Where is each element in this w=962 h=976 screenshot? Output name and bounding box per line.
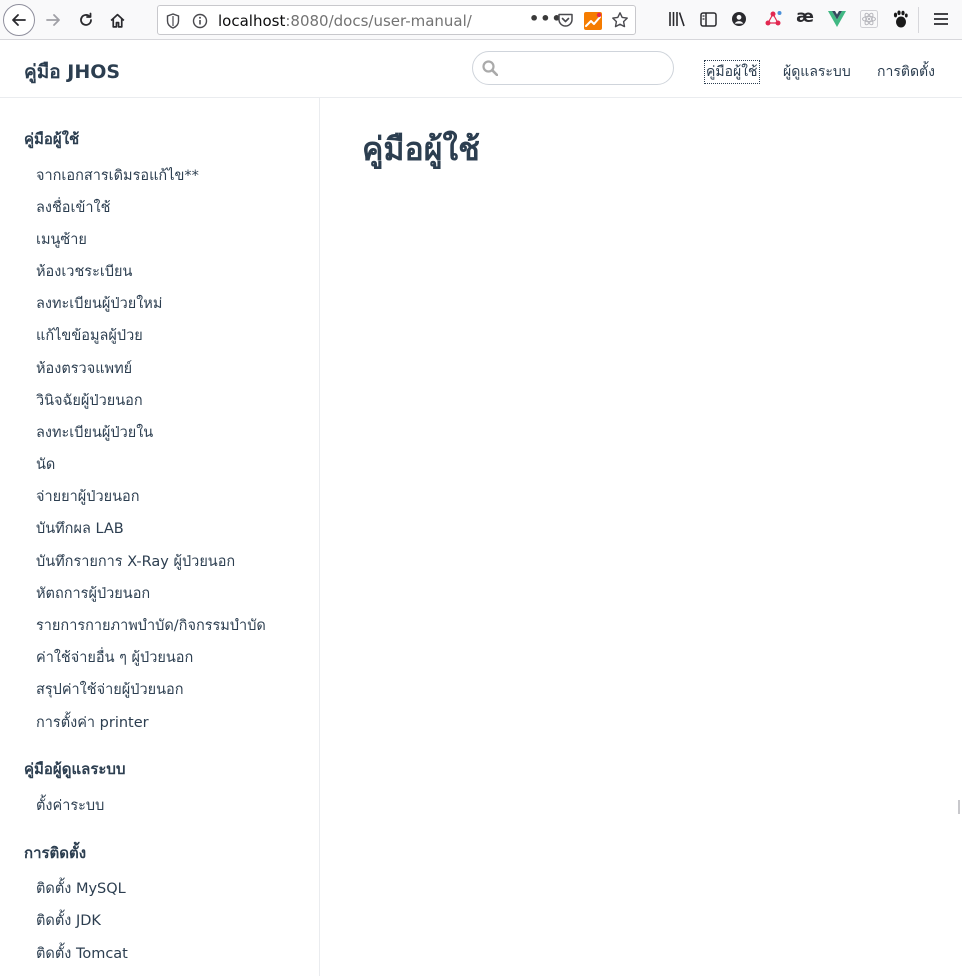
pocket-icon[interactable] [557,12,574,32]
sidebar-item[interactable]: บันทึกรายการ X-Ray ผู้ป่วยนอก [36,550,235,573]
sidebar-item[interactable]: สรุปค่าใช้จ่ายผู้ป่วยนอก [36,678,183,701]
react-devtools-icon[interactable] [859,9,879,29]
extension-network-icon[interactable] [763,9,783,29]
sidebar-item[interactable]: ห้องเวชระเบียน [36,260,132,283]
home-icon [109,12,126,29]
site-header: คู่มือ JHOS คู่มือผู้ใช้ ผู้ดูแลระบบ การ… [0,40,962,98]
gnome-foot-icon[interactable] [890,9,910,29]
url-bar[interactable]: localhost:8080/docs/user-manual/ ••• [157,5,636,35]
nav-link-installation[interactable]: การติดตั้ง [877,61,935,83]
sidebar-item[interactable]: รายการกายภาพบำบัด/กิจกรรมบำบัด [36,614,266,637]
hamburger-menu-icon[interactable] [931,9,951,29]
back-button[interactable] [3,4,35,36]
sidebar-group-title-installation[interactable]: การติดตั้ง [24,841,86,865]
vue-devtools-icon[interactable] [827,9,847,29]
bookmark-star-icon[interactable] [611,11,629,33]
sidebar-group-title-admin[interactable]: คู่มือผู้ดูแลระบบ [24,757,125,781]
sidebar-item[interactable]: ห้องตรวจแพทย์ [36,357,132,380]
url-text[interactable]: localhost:8080/docs/user-manual/ [218,12,472,30]
sidebar-item[interactable]: การตั้งค่า printer [36,711,149,734]
home-button[interactable] [101,4,133,36]
sidebar-item[interactable]: ตั้งค่าระบบ [36,794,104,817]
page-title: คู่มือผู้ใช้ [362,130,480,168]
sidebar-item[interactable]: ค่าใช้จ่ายอื่น ๆ ผู้ป่วยนอก [36,646,193,669]
sidebar-item[interactable]: ลงชื่อเข้าใช้ [36,196,110,219]
site-title-link[interactable]: คู่มือ JHOS [24,57,120,87]
back-arrow-icon [3,4,35,36]
forward-arrow-icon [45,12,61,28]
browser-toolbar: localhost:8080/docs/user-manual/ ••• æ [0,0,962,40]
tracking-shield-icon[interactable] [166,13,180,33]
sidebar-item[interactable]: ลงทะเบียนผู้ป่วยใหม่ [36,292,162,315]
sidebar-item[interactable]: หัตถการผู้ป่วยนอก [36,582,150,605]
sidebar-toggle-icon[interactable] [698,9,718,29]
reload-icon [78,12,94,28]
library-icon[interactable] [667,9,687,29]
url-path: :8080/docs/user-manual/ [285,12,472,30]
sidebar-item[interactable]: นัด [36,453,55,476]
sidebar-item[interactable]: วินิจฉัยผู้ป่วยนอก [36,389,143,412]
search-input[interactable] [503,56,663,80]
url-host: localhost [218,12,286,30]
search-icon [482,60,499,80]
sidebar-item[interactable]: ลงทะเบียนผู้ป่วยใน [36,421,153,444]
sidebar-item[interactable]: เมนูซ้าย [36,228,87,251]
scrollbar-thumb[interactable] [958,800,960,814]
sidebar-item[interactable]: จ่ายยาผู้ป่วยนอก [36,485,140,508]
sidebar-item[interactable]: ติดตั้ง JDK [36,909,101,932]
sidebar-item[interactable]: ติดตั้ง MySQL [36,877,126,900]
sidebar-item[interactable]: บันทึกผล LAB [36,517,124,540]
search-box[interactable] [472,51,674,85]
sidebar-item[interactable]: แก้ไขข้อมูลผู้ป่วย [36,324,143,347]
nav-link-admin[interactable]: ผู้ดูแลระบบ [783,61,851,83]
forward-button[interactable] [37,4,69,36]
sidebar-item[interactable]: ติดตั้ง Tomcat [36,942,128,965]
sidebar: คู่มือผู้ใช้ จากเอกสารเดิมรอแก้ไข** ลงชื… [0,98,320,976]
nav-link-user-manual[interactable]: คู่มือผู้ใช้ [704,60,760,84]
site-info-icon[interactable] [192,13,208,33]
sidebar-item[interactable]: จากเอกสารเดิมรอแก้ไข** [36,164,199,187]
sidebar-group-title-user-manual[interactable]: คู่มือผู้ใช้ [24,127,79,151]
extension-chart-icon[interactable] [584,12,602,34]
ligature-ae-icon[interactable]: æ [795,7,815,27]
toolbar-separator [918,7,919,33]
account-icon[interactable] [729,9,749,29]
reload-button[interactable] [70,4,102,36]
